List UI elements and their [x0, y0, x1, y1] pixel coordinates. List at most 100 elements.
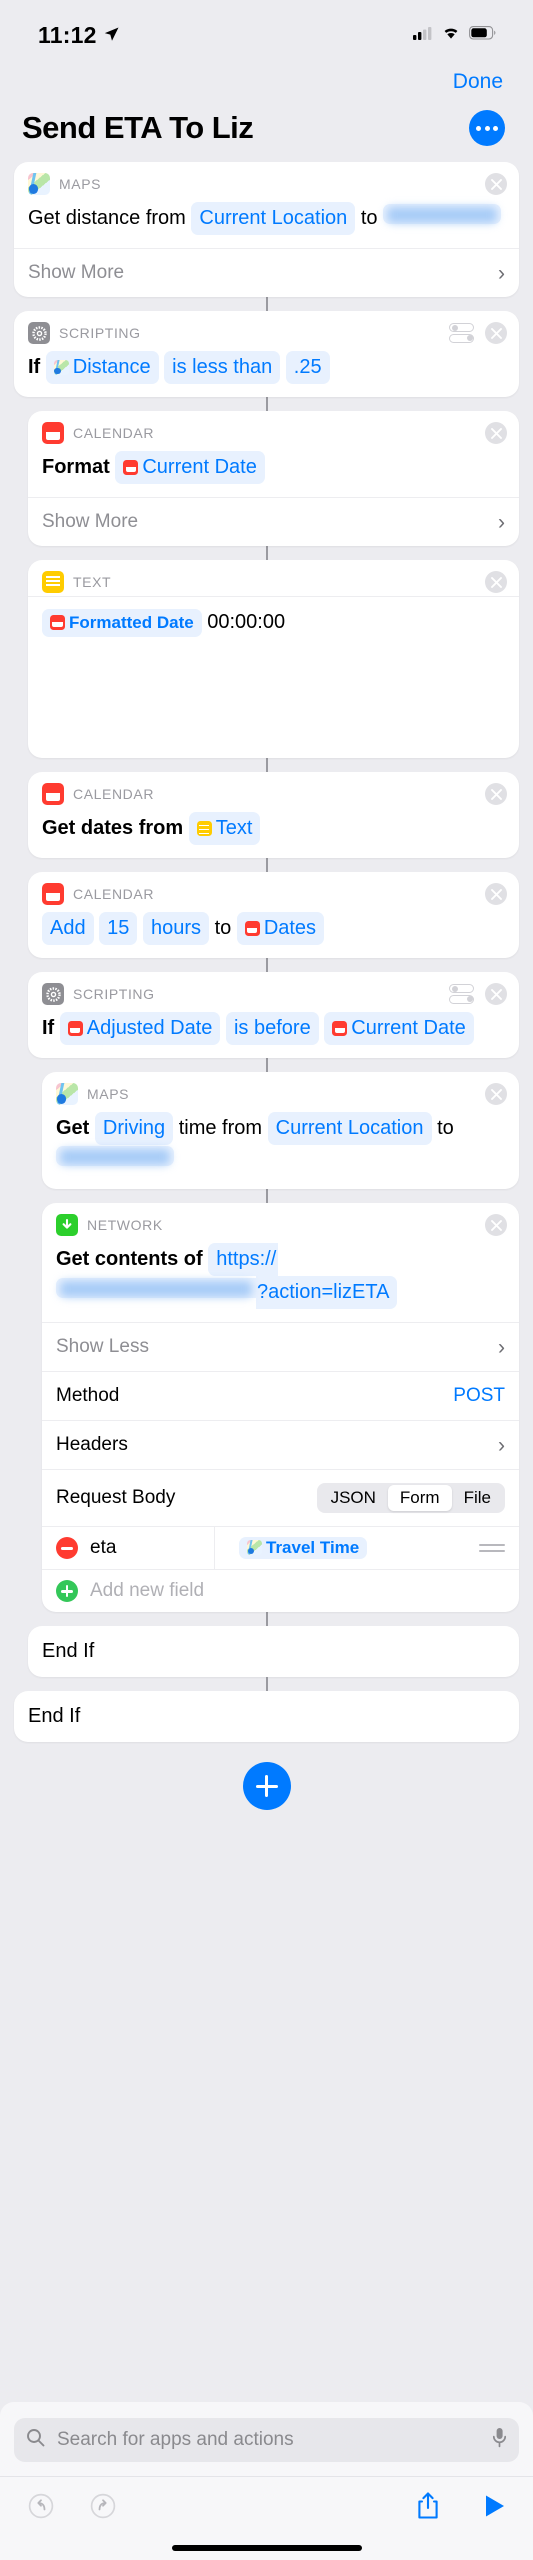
- segment-form[interactable]: Form: [387, 1485, 452, 1511]
- ellipsis-dot: [493, 125, 498, 131]
- card-body: Get contents of https:// ?action=lizETA: [42, 1239, 519, 1322]
- parameter-threshold[interactable]: .25: [285, 351, 330, 384]
- parameter-distance[interactable]: Distance: [45, 351, 159, 384]
- add-new-field-row[interactable]: Add new field: [42, 1569, 519, 1612]
- parameter-formatted-date[interactable]: Formatted Date: [42, 609, 202, 638]
- parameter-dates[interactable]: Dates: [236, 912, 325, 945]
- end-if-outer[interactable]: End If: [14, 1691, 519, 1742]
- parameter-text[interactable]: Text: [188, 812, 261, 845]
- method-value[interactable]: POST: [453, 1385, 505, 1407]
- minus-circle-icon[interactable]: [56, 1537, 78, 1559]
- end-if-inner[interactable]: End If: [28, 1626, 519, 1677]
- segment-json[interactable]: JSON: [319, 1485, 388, 1511]
- close-icon[interactable]: [485, 422, 507, 444]
- close-icon[interactable]: [485, 322, 507, 344]
- parameter-url-prefix[interactable]: https://: [208, 1243, 279, 1276]
- toggle-knob: [466, 995, 473, 1002]
- search-bar[interactable]: [14, 2418, 519, 2462]
- close-icon[interactable]: [485, 173, 507, 195]
- done-button[interactable]: Done: [453, 70, 503, 94]
- close-icon[interactable]: [485, 983, 507, 1005]
- card-header-actions: [485, 173, 507, 195]
- text-input-area[interactable]: Formatted Date 00:00:00: [28, 596, 519, 758]
- sliders-toggle-icon[interactable]: [449, 322, 475, 344]
- connector-line: [265, 297, 268, 311]
- parameter-current-location[interactable]: Current Location: [191, 202, 356, 235]
- parameter-transport-type[interactable]: Driving: [94, 1112, 174, 1145]
- sliders-toggle-icon[interactable]: [449, 983, 475, 1005]
- card-category-label: CALENDAR: [73, 425, 155, 441]
- card-header-actions: [485, 422, 507, 444]
- field-key[interactable]: eta: [90, 1537, 202, 1559]
- maps-icon: [247, 1540, 262, 1555]
- network-download-icon: [56, 1214, 78, 1236]
- drag-handle-icon[interactable]: [479, 1540, 505, 1556]
- parameter-current-date[interactable]: Current Date: [324, 1012, 474, 1045]
- request-body-segmented-control[interactable]: JSON Form File: [316, 1483, 505, 1513]
- gear-icon: [42, 983, 64, 1005]
- share-icon[interactable]: [415, 2491, 441, 2526]
- field-value[interactable]: Travel Time: [227, 1537, 467, 1559]
- close-icon[interactable]: [485, 1083, 507, 1105]
- divider: [214, 1527, 215, 1569]
- undo-icon[interactable]: [26, 2491, 56, 2526]
- parameter-operation[interactable]: Add: [42, 912, 94, 945]
- card-header: NETWORK: [42, 1203, 519, 1239]
- more-options-button[interactable]: [469, 110, 505, 146]
- redo-icon[interactable]: [88, 2491, 118, 2526]
- connector-line: [265, 1189, 268, 1203]
- form-field-row: eta Travel Time: [42, 1526, 519, 1569]
- close-icon[interactable]: [485, 883, 507, 905]
- toggle-knob: [451, 986, 458, 993]
- action-card-text[interactable]: TEXT Formatted Date 00:00:00: [28, 560, 519, 758]
- add-action-button[interactable]: [242, 1762, 291, 1810]
- microphone-icon[interactable]: [492, 2427, 507, 2453]
- method-row[interactable]: Method POST: [42, 1371, 519, 1420]
- text-content: 00:00:00: [207, 611, 286, 633]
- show-more-row[interactable]: Show More ›: [14, 248, 519, 297]
- location-arrow-icon: [103, 22, 120, 49]
- action-card-format-date[interactable]: CALENDAR Format Current Date Show More ›: [28, 411, 519, 546]
- end-if-label: End If: [28, 1705, 81, 1727]
- action-card-if-distance[interactable]: SCRIPTING If Distance is less than .25: [14, 311, 519, 397]
- card-header: MAPS: [42, 1072, 519, 1108]
- connector-line: [265, 397, 268, 411]
- segment-file[interactable]: File: [452, 1485, 503, 1511]
- search-input[interactable]: [55, 2428, 482, 2452]
- play-icon[interactable]: [483, 2493, 507, 2524]
- show-less-row[interactable]: Show Less ›: [42, 1322, 519, 1371]
- card-category-label: TEXT: [73, 574, 112, 590]
- show-more-row[interactable]: Show More ›: [28, 497, 519, 546]
- gear-icon: [28, 322, 50, 344]
- status-bar: 11:12: [0, 0, 533, 60]
- parameter-condition[interactable]: is less than: [164, 351, 281, 384]
- parameter-destination-redacted[interactable]: [383, 204, 502, 224]
- action-card-maps-distance[interactable]: MAPS Get distance from Current Location …: [14, 162, 519, 297]
- plus-circle-icon[interactable]: [56, 1580, 78, 1602]
- action-card-get-contents-of-url[interactable]: NETWORK Get contents of https:// ?action…: [42, 1203, 519, 1612]
- parameter-condition[interactable]: is before: [225, 1012, 319, 1045]
- action-card-if-adjusted-date[interactable]: SCRIPTING If Adjusted Date is before Cur…: [28, 972, 519, 1058]
- token-label: Current Date: [142, 456, 257, 478]
- close-icon[interactable]: [485, 1214, 507, 1236]
- action-card-adjust-date[interactable]: CALENDAR Add 15 hours to Dates: [28, 872, 519, 958]
- parameter-adjusted-date[interactable]: Adjusted Date: [59, 1012, 221, 1045]
- token-label: Text: [215, 817, 253, 839]
- parameter-url-suffix[interactable]: ?action=lizETA: [256, 1276, 398, 1309]
- parameter-unit[interactable]: hours: [142, 912, 209, 945]
- parameter-current-date[interactable]: Current Date: [115, 451, 265, 484]
- close-icon[interactable]: [485, 571, 507, 593]
- parameter-url-redacted[interactable]: [56, 1278, 256, 1298]
- action-card-driving-time[interactable]: MAPS Get Driving time from Current Locat…: [42, 1072, 519, 1189]
- action-card-get-dates[interactable]: CALENDAR Get dates from Text: [28, 772, 519, 858]
- parameter-destination-redacted[interactable]: [56, 1146, 174, 1166]
- close-icon[interactable]: [485, 783, 507, 805]
- parameter-amount[interactable]: 15: [99, 912, 138, 945]
- card-category-label: CALENDAR: [73, 886, 155, 902]
- toggle-knob: [451, 325, 458, 332]
- battery-icon: [469, 25, 497, 45]
- parameter-current-location[interactable]: Current Location: [267, 1112, 432, 1145]
- headers-row[interactable]: Headers ›: [42, 1420, 519, 1469]
- action-text: time from: [178, 1117, 263, 1139]
- parameter-travel-time[interactable]: Travel Time: [239, 1537, 368, 1559]
